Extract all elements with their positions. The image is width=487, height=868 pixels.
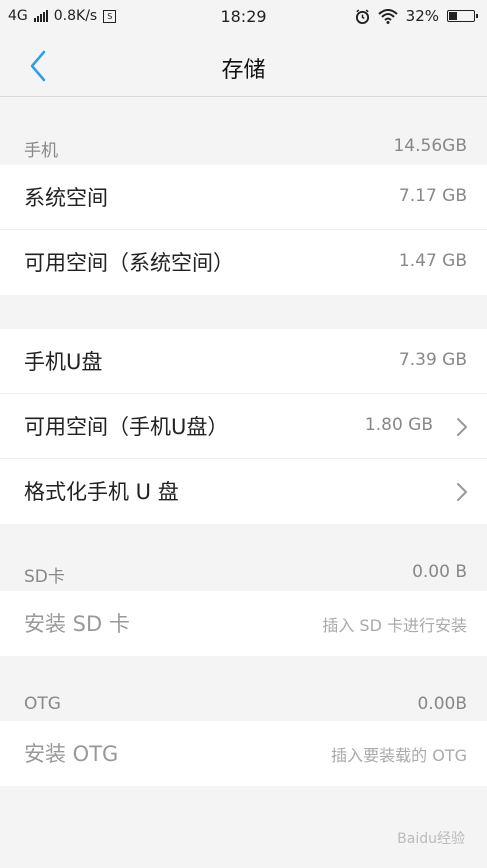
row-value: 1.80 GB: [364, 415, 433, 435]
section-header-sd: SD卡 0.00 B: [0, 554, 487, 592]
list-item-install-sd[interactable]: 安装 SD 卡 插入 SD 卡进行安装: [0, 591, 487, 656]
row-title: 可用空间（系统空间）: [24, 251, 234, 275]
section-label: SD卡: [24, 567, 65, 587]
row-value: 1.47 GB: [398, 251, 467, 271]
page-title: 存储: [221, 58, 266, 83]
watermark-logo: Baidu经验: [397, 831, 465, 847]
list-item-install-otg[interactable]: 安装 OTG 插入要装载的 OTG: [0, 721, 487, 786]
section-total: 14.56GB: [393, 136, 467, 156]
nav-bar: 存储: [0, 34, 487, 97]
list-item-udisk-available[interactable]: 可用空间（手机U盘） 1.80 GB: [0, 394, 487, 459]
row-title: 格式化手机 U 盘: [24, 480, 179, 504]
section-total: 0.00 B: [412, 562, 467, 582]
row-title: 系统空间: [24, 186, 108, 210]
row-title: 可用空间（手机U盘）: [24, 415, 229, 439]
section-total: 0.00B: [417, 694, 467, 714]
status-right: 32%: [355, 7, 478, 25]
status-bar: 4G 0.8K/s S 18:29 32%: [0, 0, 487, 34]
list-item-format-udisk[interactable]: 格式化手机 U 盘: [0, 459, 487, 524]
battery-percent: 32%: [405, 7, 439, 25]
chevron-right-icon: [457, 418, 467, 436]
chevron-right-icon: [457, 483, 467, 501]
section-label: 手机: [24, 141, 58, 161]
battery-icon: [447, 10, 478, 22]
list-item-phone-udisk[interactable]: 手机U盘 7.39 GB: [0, 329, 487, 394]
row-title: 手机U盘: [24, 350, 103, 374]
row-title: 安装 SD 卡: [24, 612, 130, 636]
row-value: 7.39 GB: [398, 350, 467, 370]
phone-storage-card: 系统空间 7.17 GB 可用空间（系统空间） 1.47 GB: [0, 165, 487, 295]
row-value: 7.17 GB: [398, 186, 467, 206]
wifi-icon: [377, 8, 398, 24]
udisk-card: 手机U盘 7.39 GB 可用空间（手机U盘） 1.80 GB 格式化手机 U …: [0, 329, 487, 524]
row-hint: 插入要装载的 OTG: [331, 746, 467, 765]
list-item-system-available[interactable]: 可用空间（系统空间） 1.47 GB: [0, 230, 487, 295]
alarm-icon: [355, 8, 369, 24]
section-header-phone: 手机 14.56GB: [0, 128, 487, 166]
section-header-otg: OTG 0.00B: [0, 686, 487, 724]
row-title: 安装 OTG: [24, 742, 119, 766]
sd-card: 安装 SD 卡 插入 SD 卡进行安装: [0, 591, 487, 656]
list-item-system-space[interactable]: 系统空间 7.17 GB: [0, 165, 487, 230]
row-hint: 插入 SD 卡进行安装: [322, 616, 467, 635]
otg-card: 安装 OTG 插入要装载的 OTG: [0, 721, 487, 786]
section-label: OTG: [24, 694, 61, 714]
